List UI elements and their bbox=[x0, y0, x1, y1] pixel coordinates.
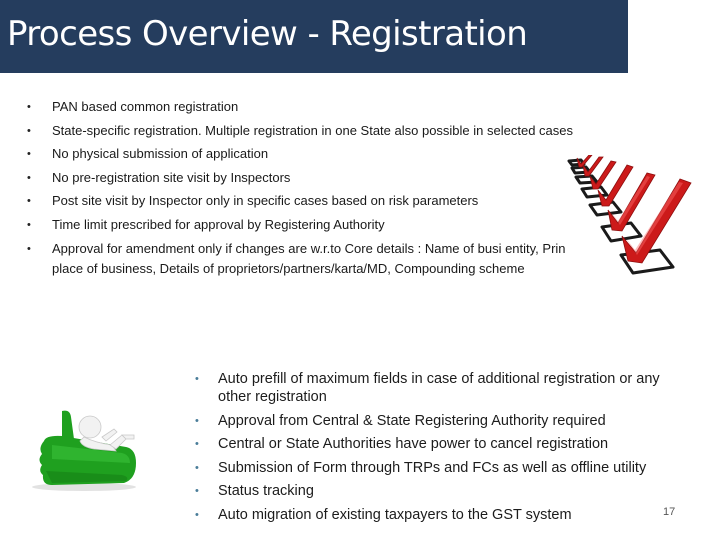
list-item: • PAN based common registration bbox=[25, 97, 605, 117]
list-item-text: Status tracking bbox=[218, 483, 314, 500]
list-item-text: Central or State Authorities have power … bbox=[218, 436, 609, 453]
bullet-icon: • bbox=[27, 148, 31, 161]
bullet-icon: • bbox=[195, 461, 199, 474]
list-item: • Auto migration of existing taxpayers t… bbox=[192, 506, 692, 524]
list-item: • Submission of Form through TRPs and FC… bbox=[192, 459, 692, 477]
list-item-text: PAN based common registration bbox=[52, 99, 239, 114]
list-item-text: State-specific registration. Multiple re… bbox=[52, 122, 573, 138]
list-item-text: Approval from Central & State Registerin… bbox=[218, 412, 606, 429]
thumbs-up-figure-icon bbox=[22, 405, 144, 495]
list-item-text: Time limit prescribed for approval by Re… bbox=[52, 216, 385, 232]
bullet-icon: • bbox=[195, 438, 199, 451]
top-bullet-list: • PAN based common registration • State-… bbox=[25, 97, 605, 282]
list-item-text: Post site visit by Inspector only in spe… bbox=[52, 193, 479, 209]
list-item: • Central or State Authorities have powe… bbox=[192, 435, 692, 453]
bottom-bullet-list: • Auto prefill of maximum fields in case… bbox=[192, 370, 692, 530]
list-item-text: No physical submission of application bbox=[52, 146, 269, 162]
list-item: • Time limit prescribed for approval by … bbox=[25, 215, 605, 235]
bullet-icon: • bbox=[195, 508, 199, 521]
bullet-icon: • bbox=[27, 242, 31, 255]
bullet-icon: • bbox=[27, 171, 31, 184]
list-item-text: Submission of Form through TRPs and FCs … bbox=[218, 459, 647, 476]
list-item: • No pre-registration site visit by Insp… bbox=[25, 168, 605, 188]
list-item: • Approval for amendment only if changes… bbox=[25, 239, 605, 279]
bullet-icon: • bbox=[27, 101, 31, 113]
bullet-icon: • bbox=[27, 195, 31, 208]
list-item-text: Auto migration of existing taxpayers to … bbox=[218, 506, 572, 523]
list-item: • Auto prefill of maximum fields in case… bbox=[192, 370, 692, 406]
bullet-icon: • bbox=[195, 485, 199, 498]
title-bar: Process Overview - Registration bbox=[0, 0, 628, 73]
bullet-icon: • bbox=[195, 414, 199, 427]
list-item-text: Auto prefill of maximum fields in case o… bbox=[218, 371, 660, 405]
list-item-text: Approval for amendment only if changes a… bbox=[52, 240, 593, 276]
list-item: • No physical submission of application bbox=[25, 144, 605, 164]
slide-title: Process Overview - Registration bbox=[7, 14, 528, 54]
bullet-icon: • bbox=[27, 218, 31, 231]
list-item: • Status tracking bbox=[192, 482, 692, 500]
list-item: • Approval from Central & State Register… bbox=[192, 412, 692, 430]
list-item: • State-specific registration. Multiple … bbox=[25, 121, 605, 141]
bullet-icon: • bbox=[195, 373, 199, 385]
checklist-checkmarks-icon bbox=[565, 155, 715, 280]
page-number: 17 bbox=[663, 506, 676, 518]
list-item-text: No pre-registration site visit by Inspec… bbox=[52, 169, 291, 185]
list-item: • Post site visit by Inspector only in s… bbox=[25, 191, 605, 211]
bullet-icon: • bbox=[27, 124, 31, 137]
